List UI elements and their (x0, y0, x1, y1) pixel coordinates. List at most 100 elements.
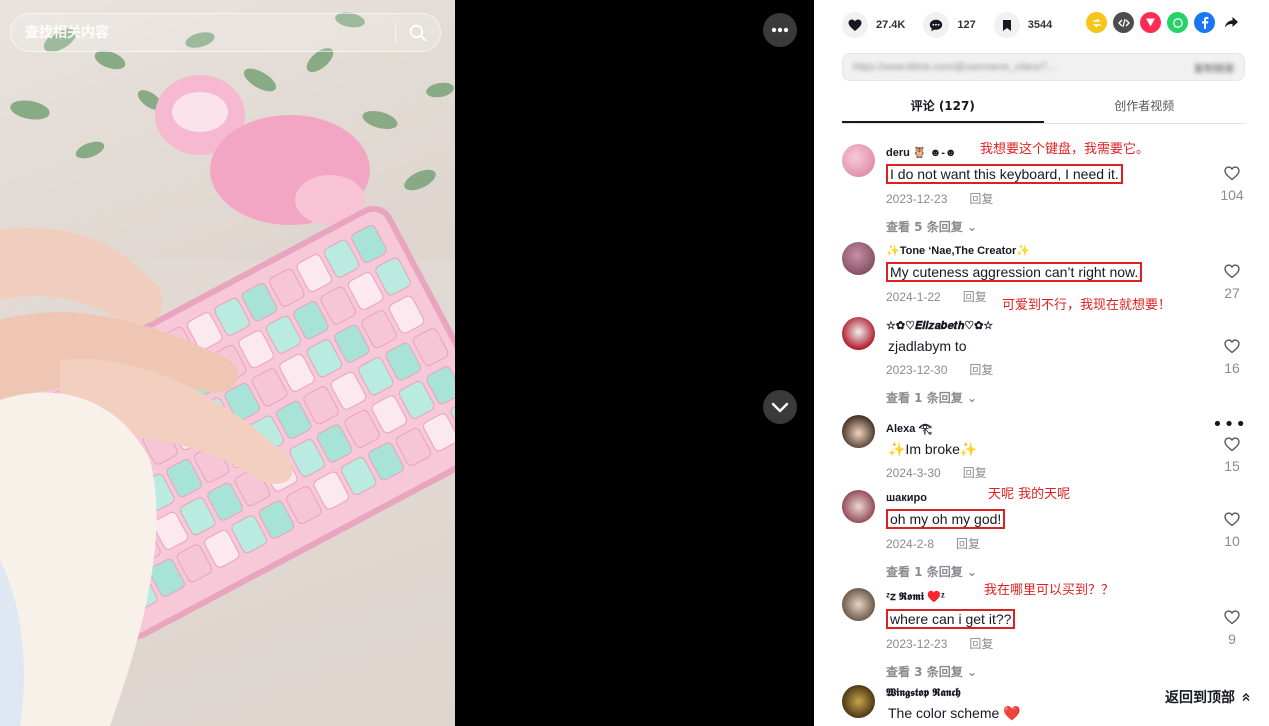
copy-link-button[interactable]: 复制链接 (1194, 60, 1234, 75)
chevron-down-icon: ⌄ (966, 665, 977, 679)
avatar[interactable] (842, 144, 875, 177)
video-area (0, 0, 814, 726)
search-icon (409, 24, 427, 41)
comment-date: 2023-12-30 (886, 363, 948, 377)
back-to-top-button[interactable]: 返回到顶部 (1159, 684, 1257, 710)
comment-like-count: 10 (1224, 533, 1240, 549)
comment-meta: 2023-12-23 回复 (886, 190, 1123, 207)
comment-like-button[interactable]: 16 (1217, 339, 1247, 376)
view-replies-button[interactable]: 查看 5 条回复 ⌄ (886, 218, 1123, 235)
comment-like-button[interactable]: 15 (1217, 437, 1247, 474)
chevron-up-icon (1242, 693, 1250, 701)
search-button[interactable] (396, 14, 440, 51)
search-box (10, 13, 441, 52)
heart-icon (842, 12, 868, 38)
comment-like-count: 16 (1224, 360, 1240, 376)
view-replies-button[interactable]: 查看 1 条回复 ⌄ (886, 389, 993, 406)
heart-outline-icon (1224, 610, 1240, 625)
comment-username[interactable]: ☆✿♡𝑬𝒍𝒊𝒛𝒂𝒃𝒆𝒕𝒉♡✿☆ (886, 319, 993, 333)
avatar[interactable] (842, 588, 875, 621)
avatar[interactable] (842, 317, 875, 350)
comment-icon (923, 12, 950, 38)
comment-like-button[interactable]: 27 (1217, 264, 1247, 301)
heart-outline-icon (1224, 339, 1240, 354)
video-link-text[interactable]: https://www.tiktok.com/@username_video/7… (853, 62, 1186, 73)
comment-stat[interactable]: 127 (923, 12, 976, 38)
like-count: 27.4K (876, 19, 906, 31)
more-dots-icon (771, 27, 789, 33)
comment-date: 2024-1-22 (886, 290, 941, 304)
link-box: https://www.tiktok.com/@username_video/7… (842, 53, 1245, 81)
tab-creator-videos[interactable]: 创作者视频 (1044, 90, 1246, 123)
translation-annotation: 我在哪里可以买到？？ (984, 583, 1115, 598)
more-options-button[interactable] (763, 13, 797, 47)
search-input[interactable] (11, 14, 395, 51)
reply-button[interactable]: 回复 (969, 192, 993, 206)
tabs: 评论 (127) 创作者视频 (842, 90, 1245, 124)
save-count: 3544 (1027, 19, 1053, 31)
bookmark-icon (993, 12, 1020, 38)
comment-date: 2024-2-8 (886, 537, 935, 551)
back-to-top-label: 返回到顶部 (1165, 690, 1235, 706)
chevron-down-icon: ⌄ (966, 391, 977, 405)
avatar[interactable] (842, 685, 875, 718)
comment-like-count: 9 (1228, 631, 1236, 647)
comment-meta: 2023-12-30 回复 (886, 361, 993, 378)
view-replies-label: 查看 1 条回复 (886, 391, 963, 405)
comment-text: where can i get it?? (886, 609, 1016, 629)
comment-like-button[interactable]: 9 (1217, 610, 1247, 647)
avatar[interactable] (842, 242, 875, 275)
comment-meta: 2024-3-30 回复 (886, 464, 987, 481)
repost-icon[interactable] (1086, 12, 1107, 33)
embed-icon[interactable] (1113, 12, 1134, 33)
video-scene-illustration (0, 12, 455, 726)
send-icon[interactable] (1140, 12, 1161, 33)
like-stat[interactable]: 27.4K (842, 12, 905, 38)
comment-count: 127 (957, 19, 976, 31)
comment-text: The color scheme ❤️ (888, 705, 1021, 721)
translation-annotation: 我想要这个键盘，我需要它。 (980, 142, 1150, 157)
comments-panel: 27.4K 127 3544 https://www.tiktok.com/@u… (814, 0, 1269, 726)
comment-like-button[interactable]: 10 (1217, 512, 1247, 549)
view-replies-button[interactable]: 查看 3 条回复 ⌄ (886, 663, 1015, 680)
comment-like-count: 27 (1224, 285, 1240, 301)
reply-button[interactable]: 回复 (969, 363, 993, 377)
translation-annotation: 天呢 我的天呢 (988, 487, 1071, 502)
comment-text: My cuteness aggression can’t right now. (886, 262, 1143, 282)
comment-text: zjadlabym to (888, 338, 967, 354)
reply-button[interactable]: 回复 (956, 537, 980, 551)
facebook-icon[interactable] (1194, 12, 1215, 33)
chevron-down-icon (771, 402, 789, 413)
tab-comments[interactable]: 评论 (127) (842, 90, 1044, 123)
comment-date: 2023-12-23 (886, 192, 948, 206)
video-frame[interactable] (0, 0, 455, 726)
comment-username[interactable]: 𝖂𝖎𝖓𝖌𝖘𝖙𝖔𝖕 𝕽𝖆𝖓𝖈𝖍 (886, 687, 1023, 700)
comment-more-icon[interactable]: ••• (1212, 416, 1247, 434)
comment-username[interactable]: Alexa 𓂀 (886, 417, 987, 436)
reply-button[interactable]: 回复 (963, 466, 987, 480)
comment-username[interactable]: ✨Tone ‘Nae,The Creator✨ (886, 244, 1142, 257)
comment-meta: 2024-2-8 回复 (886, 535, 1005, 552)
comment-like-count: 15 (1224, 458, 1240, 474)
comment-text: oh my oh my god! (886, 509, 1006, 529)
reply-button[interactable]: 回复 (969, 637, 993, 651)
avatar[interactable] (842, 415, 875, 448)
comment-like-button[interactable]: 104 (1217, 166, 1247, 203)
avatar[interactable] (842, 490, 875, 523)
whatsapp-icon[interactable] (1167, 12, 1188, 33)
comment-meta: 2023-12-23 回复 (886, 635, 1015, 652)
comment-like-count: 104 (1220, 187, 1244, 203)
view-replies-button[interactable]: 查看 1 条回复 ⌄ (886, 563, 1005, 580)
heart-outline-icon (1224, 264, 1240, 279)
heart-outline-icon (1224, 166, 1240, 181)
view-replies-label: 查看 1 条回复 (886, 565, 963, 579)
reply-button[interactable]: 回复 (963, 290, 987, 304)
view-replies-label: 查看 3 条回复 (886, 665, 963, 679)
heart-outline-icon (1224, 512, 1240, 527)
translation-annotation: 可爱到不行，我现在就想要！ (1002, 298, 1172, 313)
save-stat[interactable]: 3544 (993, 12, 1053, 38)
next-video-button[interactable] (763, 390, 797, 424)
view-replies-label: 查看 5 条回复 (886, 220, 963, 234)
share-arrow-icon[interactable] (1221, 12, 1242, 33)
heart-outline-icon (1224, 437, 1240, 452)
